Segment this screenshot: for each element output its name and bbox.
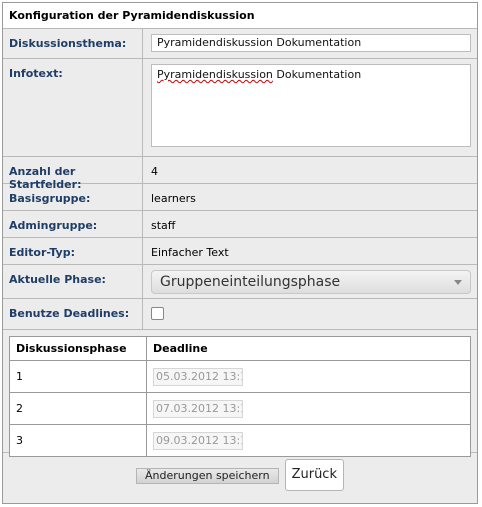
basegroup-label: Basisgruppe: (3, 184, 143, 210)
phase-label: Aktuelle Phase: (3, 265, 143, 298)
deadlines-checkbox[interactable] (151, 307, 164, 320)
admingroup-label: Admingruppe: (3, 211, 143, 237)
chevron-down-icon (454, 279, 462, 285)
topic-input[interactable]: Pyramidendiskussion Dokumentation (151, 34, 471, 52)
phase-select-value: Gruppeneinteilungsphase (160, 274, 341, 290)
info-text-rest: Dokumentation (272, 68, 362, 81)
info-cell: Pyramidendiskussion Dokumentation (143, 59, 477, 156)
row-editor: Editor-Typ: Einfacher Text (3, 238, 477, 265)
panel-title: Konfiguration der Pyramidendiskussion (3, 3, 477, 29)
row-admingroup: Admingruppe: staff (3, 211, 477, 238)
config-panel: Konfiguration der Pyramidendiskussion Di… (2, 2, 478, 504)
basegroup-value: learners (151, 192, 196, 205)
back-button[interactable]: Zurück (284, 459, 344, 491)
info-label: Infotext: (3, 59, 143, 156)
row-topic: Diskussionsthema: Pyramidendiskussion Do… (3, 29, 477, 59)
phase-number: 2 (9, 392, 147, 425)
editor-label: Editor-Typ: (3, 238, 143, 264)
phases-section: Diskussionsphase Deadline 1 05.03.2012 1… (3, 330, 477, 457)
topic-cell: Pyramidendiskussion Dokumentation (143, 29, 477, 58)
phases-table: Diskussionsphase Deadline 1 05.03.2012 1… (9, 336, 471, 457)
deadline-input[interactable]: 07.03.2012 13:13 (153, 399, 243, 418)
deadline-input[interactable]: 09.03.2012 13:13 (153, 431, 243, 450)
startfields-label: Anzahl der Startfelder: (3, 157, 143, 191)
row-startfields: Anzahl der Startfelder: 4 (3, 157, 477, 191)
topic-label: Diskussionsthema: (3, 29, 143, 58)
deadline-input[interactable]: 05.03.2012 13:13 (153, 367, 243, 386)
save-button[interactable]: Änderungen speichern (136, 468, 279, 484)
header-deadline: Deadline (146, 336, 471, 361)
table-row: 1 05.03.2012 13:13 (9, 360, 471, 393)
form-footer: Änderungen speichern Zurück (3, 453, 477, 497)
row-deadlines: Benutze Deadlines: (3, 299, 477, 330)
startfields-value: 4 (151, 165, 158, 178)
row-phase: Aktuelle Phase: Gruppeneinteilungsphase (3, 265, 477, 299)
phase-number: 1 (9, 360, 147, 393)
deadlines-label: Benutze Deadlines: (3, 299, 143, 329)
info-textarea[interactable]: Pyramidendiskussion Dokumentation (151, 64, 471, 147)
table-row: 2 07.03.2012 13:13 (9, 392, 471, 425)
row-info: Infotext: Pyramidendiskussion Dokumentat… (3, 59, 477, 157)
info-text-misspelled: Pyramidendiskussion (157, 68, 273, 81)
admingroup-value: staff (151, 219, 176, 232)
editor-value: Einfacher Text (151, 246, 229, 259)
row-basegroup: Basisgruppe: learners (3, 184, 477, 211)
header-phase: Diskussionsphase (9, 336, 147, 361)
phase-select[interactable]: Gruppeneinteilungsphase (151, 270, 471, 294)
phase-number: 3 (9, 424, 147, 457)
table-row: 3 09.03.2012 13:13 (9, 424, 471, 457)
